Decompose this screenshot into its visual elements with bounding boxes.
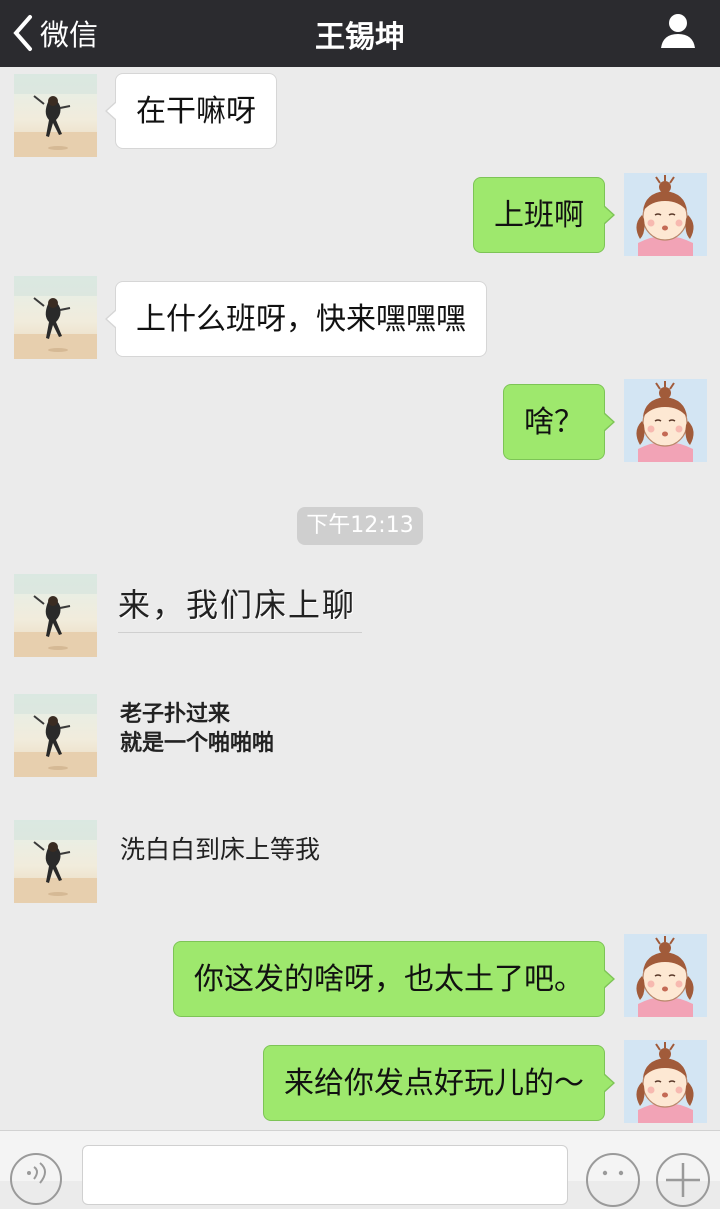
contact-avatar[interactable] [14,694,97,777]
contact-avatar[interactable] [14,574,97,657]
emoji-button[interactable] [586,1153,640,1207]
sticker-message[interactable]: 洗白白到床上等我 [120,830,320,866]
my-avatar[interactable] [624,379,707,462]
sticker-line: 就是一个啪啪啪 [120,731,275,756]
voice-icon [27,1162,46,1184]
contact-avatar[interactable] [14,74,97,157]
profile-button[interactable] [658,10,698,50]
plus-icon [666,1163,700,1197]
received-message[interactable]: 上什么班呀，快来嘿嘿嘿 [105,281,487,357]
my-avatar[interactable] [624,934,707,1017]
received-message[interactable]: 在干嘛呀 [105,73,277,149]
sent-message[interactable]: 上班啊 [473,177,615,253]
contact-avatar[interactable] [14,820,97,903]
message-input[interactable] [82,1145,568,1205]
emoji-icon [602,1170,624,1176]
sent-message[interactable]: 来给你发点好玩儿的～ [263,1045,615,1121]
sent-message[interactable]: 你这发的啥呀，也太土了吧。 [173,941,615,1017]
chat-header: 微信 王锡坤 [0,0,720,67]
plus-button[interactable] [656,1153,710,1207]
sticker-message[interactable]: 老子扑过来 就是一个啪啪啪 [120,700,274,758]
chat-title: 王锡坤 [315,19,405,55]
my-avatar[interactable] [624,1040,707,1123]
my-avatar[interactable] [624,173,707,256]
contact-avatar[interactable] [14,276,97,359]
input-bar [0,1130,720,1207]
voice-button[interactable] [10,1153,62,1205]
person-icon [661,14,695,48]
sticker-line: 老子扑过来 [120,702,231,727]
sent-message[interactable]: 啥？ [503,384,615,460]
timestamp-label: 下午12:13 [297,507,423,545]
sticker-message[interactable]: 来，我们床上聊 [118,580,363,633]
